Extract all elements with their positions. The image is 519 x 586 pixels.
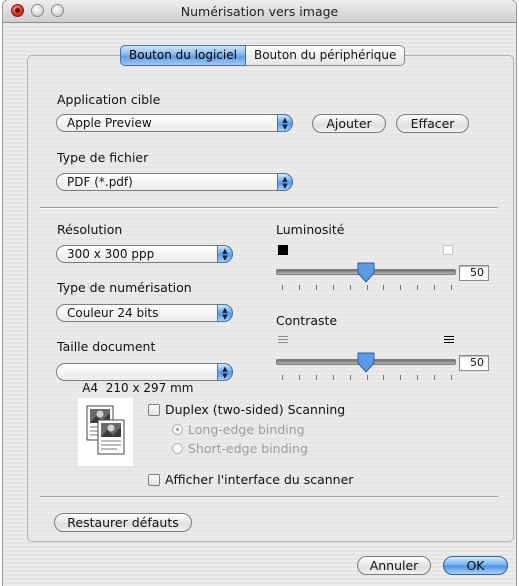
- tab-bar: Bouton du logiciel Bouton du périphériqu…: [120, 45, 406, 66]
- slider-tick: [282, 375, 283, 380]
- doc-size-select[interactable]: A4 210 x 297 mm ▲ ▼: [56, 363, 233, 395]
- window-title: Numérisation vers image: [180, 4, 339, 19]
- ok-button[interactable]: OK: [443, 556, 508, 575]
- duplex-preview-image: [78, 398, 133, 466]
- tab-software-button[interactable]: Bouton du logiciel: [120, 45, 246, 66]
- file-type-label: Type de fichier: [57, 150, 149, 165]
- doc-size-value: A4 210 x 297 mm: [82, 381, 194, 395]
- delete-app-button[interactable]: Effacer: [396, 114, 469, 133]
- slider-tick: [350, 285, 351, 290]
- slider-tick: [367, 285, 368, 290]
- high-contrast-icon: [444, 336, 454, 346]
- short-edge-label: Short-edge binding: [188, 441, 308, 456]
- brightness-label: Luminosité: [276, 222, 345, 237]
- resolution-select[interactable]: 300 x 300 ppp ▲ ▼: [56, 245, 233, 263]
- duplex-pages-icon: [86, 405, 125, 455]
- slider-tick: [417, 285, 418, 290]
- slider-tick: [383, 285, 384, 290]
- contrast-ticks: [282, 375, 452, 381]
- section-divider: [40, 496, 498, 498]
- scan-type-value: Couleur 24 bits: [67, 306, 159, 320]
- slider-tick: [316, 285, 317, 290]
- add-app-button[interactable]: Ajouter: [312, 114, 386, 133]
- resolution-label: Résolution: [57, 222, 123, 237]
- slider-tick: [434, 285, 435, 290]
- show-scanner-ui-label: Afficher l'interface du scanner: [165, 472, 354, 487]
- contrast-label: Contraste: [276, 313, 338, 328]
- contrast-slider-thumb[interactable]: [356, 352, 376, 374]
- slider-tick: [299, 375, 300, 380]
- slider-tick: [367, 375, 368, 380]
- target-app-label: Application cible: [57, 92, 161, 107]
- brightness-ticks: [282, 285, 452, 291]
- slider-tick: [333, 285, 334, 290]
- slider-tick: [400, 375, 401, 380]
- restore-defaults-button[interactable]: Restaurer défauts: [54, 513, 192, 532]
- title-bar: Numérisation vers image: [3, 0, 516, 23]
- show-scanner-ui-checkbox[interactable]: [148, 474, 160, 486]
- tab-device-button[interactable]: Bouton du périphérique: [245, 45, 406, 66]
- slider-tick: [350, 375, 351, 380]
- long-edge-label: Long-edge binding: [188, 422, 305, 437]
- slider-tick: [417, 375, 418, 380]
- target-app-value: Apple Preview: [67, 116, 152, 130]
- low-contrast-icon: [278, 336, 288, 346]
- target-app-select[interactable]: Apple Preview ▲ ▼: [56, 114, 293, 132]
- file-type-value: PDF (*.pdf): [67, 175, 133, 189]
- doc-size-label: Taille document: [57, 339, 156, 354]
- section-divider: [40, 207, 498, 209]
- contrast-value-field[interactable]: 50: [459, 355, 489, 371]
- slider-tick: [282, 285, 283, 290]
- slider-tick: [316, 375, 317, 380]
- light-square-icon: [443, 245, 453, 255]
- slider-tick: [451, 375, 452, 380]
- slider-tick: [299, 285, 300, 290]
- short-edge-radio[interactable]: [172, 443, 183, 454]
- cancel-button[interactable]: Annuler: [357, 556, 431, 575]
- scan-type-label: Type de numérisation: [57, 280, 192, 295]
- slider-tick: [383, 375, 384, 380]
- file-type-select[interactable]: PDF (*.pdf) ▲ ▼: [56, 173, 293, 191]
- duplex-label: Duplex (two-sided) Scanning: [165, 402, 346, 417]
- dark-square-icon: [278, 245, 288, 255]
- slider-tick: [434, 375, 435, 380]
- dialog-window: Numérisation vers image Bouton du logici…: [3, 0, 516, 586]
- duplex-checkbox[interactable]: [148, 404, 160, 416]
- slider-tick: [400, 285, 401, 290]
- brightness-value-field[interactable]: 50: [459, 265, 489, 281]
- slider-tick: [451, 285, 452, 290]
- long-edge-radio[interactable]: [172, 424, 183, 435]
- brightness-slider-thumb[interactable]: [356, 262, 376, 284]
- resolution-value: 300 x 300 ppp: [67, 247, 155, 261]
- slider-tick: [333, 375, 334, 380]
- scan-type-select[interactable]: Couleur 24 bits ▲ ▼: [56, 304, 233, 322]
